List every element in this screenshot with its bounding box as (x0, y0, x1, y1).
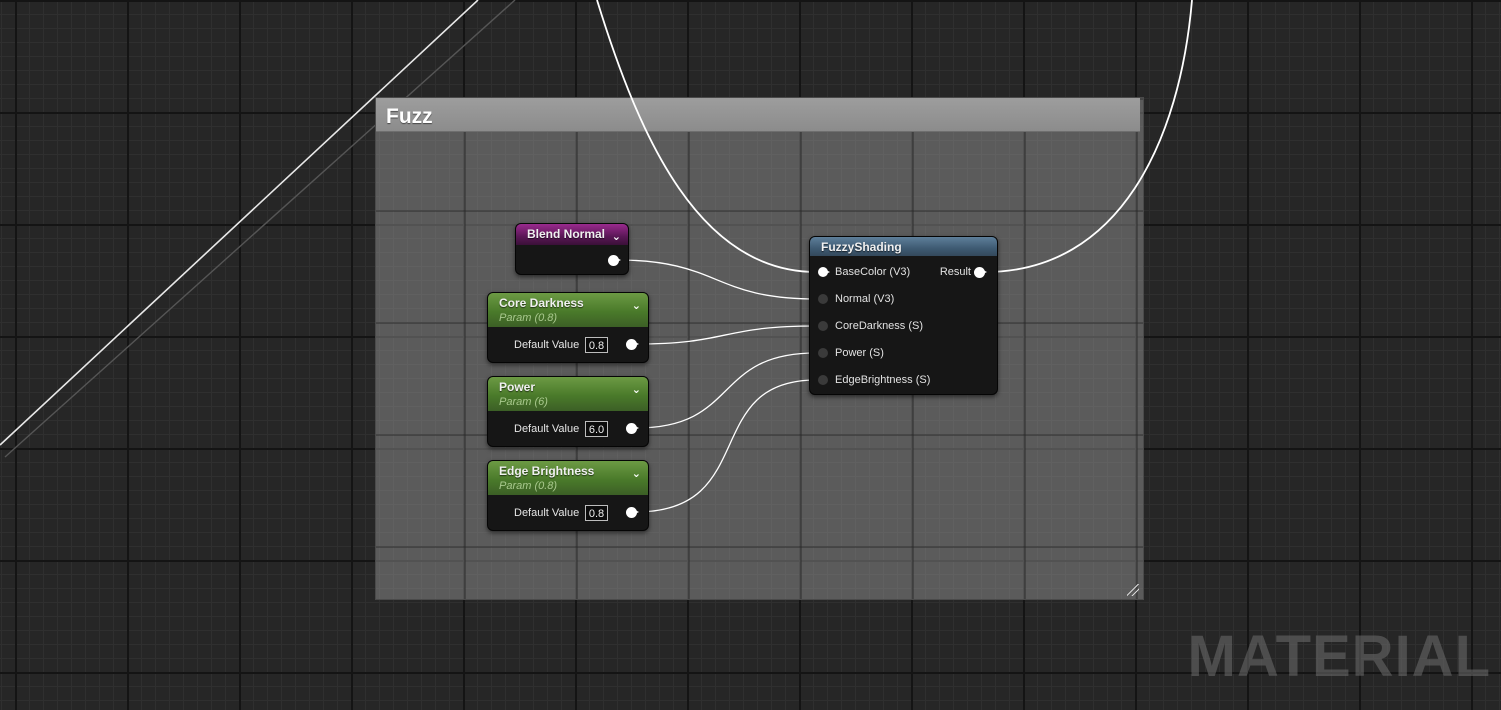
input-pin-edge-brightness[interactable] (818, 375, 828, 385)
chevron-down-icon[interactable]: ⌄ (632, 383, 641, 396)
wire-result-out[interactable] (984, 0, 1193, 273)
graph-canvas[interactable]: Fuzz Blend Normal ⌄ Core Darkness Param … (0, 0, 1501, 710)
input-label-normal: Normal (V3) (835, 293, 895, 305)
input-label-basecolor: BaseColor (V3) (835, 266, 911, 278)
output-pin[interactable] (626, 339, 639, 350)
node-title: Edge Brightness (499, 464, 595, 478)
node-header[interactable]: Edge Brightness Param (0.8) ⌄ (488, 461, 648, 495)
default-value-field[interactable]: 6.0 (585, 421, 608, 437)
input-label-power: Power (S) (835, 347, 884, 359)
output-pin[interactable] (626, 423, 639, 434)
node-header[interactable]: Power Param (6) ⌄ (488, 377, 648, 411)
node-core-darkness[interactable]: Core Darkness Param (0.8) ⌄ Default Valu… (487, 292, 649, 363)
wire-core-darkness[interactable] (635, 325, 817, 345)
default-value-field[interactable]: 0.8 (585, 337, 608, 353)
node-subtitle: Param (0.8) (499, 480, 558, 492)
wire-edge-brightness[interactable] (635, 379, 817, 513)
default-value-label: Default Value (514, 507, 580, 519)
node-edge-brightness[interactable]: Edge Brightness Param (0.8) ⌄ Default Va… (487, 460, 649, 531)
input-pin-core-darkness[interactable] (818, 321, 828, 331)
node-title: FuzzyShading (821, 240, 902, 254)
node-header[interactable]: Blend Normal ⌄ (516, 224, 628, 245)
node-header[interactable]: FuzzyShading (810, 237, 997, 256)
node-blend-normal[interactable]: Blend Normal ⌄ (515, 223, 629, 275)
default-value-label: Default Value (514, 339, 580, 351)
default-value-row: Default Value 0.8 (488, 505, 648, 523)
output-pin[interactable] (626, 507, 639, 518)
output-label-result: Result (939, 266, 971, 278)
node-fuzzy-shading[interactable]: FuzzyShading BaseColor (V3) Normal (V3) … (809, 236, 998, 395)
node-subtitle: Param (6) (499, 396, 548, 408)
output-pin-result[interactable] (974, 267, 987, 278)
node-wires (596, 0, 1193, 513)
input-pin-normal[interactable] (818, 294, 828, 304)
input-label-core-darkness: CoreDarkness (S) (835, 320, 924, 332)
default-value-row: Default Value 6.0 (488, 421, 648, 439)
chevron-down-icon[interactable]: ⌄ (632, 299, 641, 312)
input-label-edge-brightness: EdgeBrightness (S) (835, 374, 931, 386)
node-power[interactable]: Power Param (6) ⌄ Default Value 6.0 (487, 376, 649, 447)
node-subtitle: Param (0.8) (499, 312, 558, 324)
output-pin[interactable] (608, 255, 621, 266)
default-value-label: Default Value (514, 423, 580, 435)
input-pin-power[interactable] (818, 348, 828, 358)
node-title: Power (499, 380, 536, 394)
wire-basecolor-in[interactable] (596, 0, 817, 273)
chevron-down-icon[interactable]: ⌄ (632, 467, 641, 480)
input-pin-basecolor[interactable] (818, 267, 830, 277)
chevron-down-icon[interactable]: ⌄ (612, 230, 621, 243)
node-title: Blend Normal (527, 227, 606, 241)
node-header[interactable]: Core Darkness Param (0.8) ⌄ (488, 293, 648, 327)
node-title: Core Darkness (499, 296, 584, 310)
wire-power[interactable] (635, 352, 817, 429)
default-value-field[interactable]: 0.8 (585, 505, 608, 521)
default-value-row: Default Value 0.8 (488, 337, 648, 355)
graph-type-watermark: MATERIAL (1187, 624, 1491, 689)
